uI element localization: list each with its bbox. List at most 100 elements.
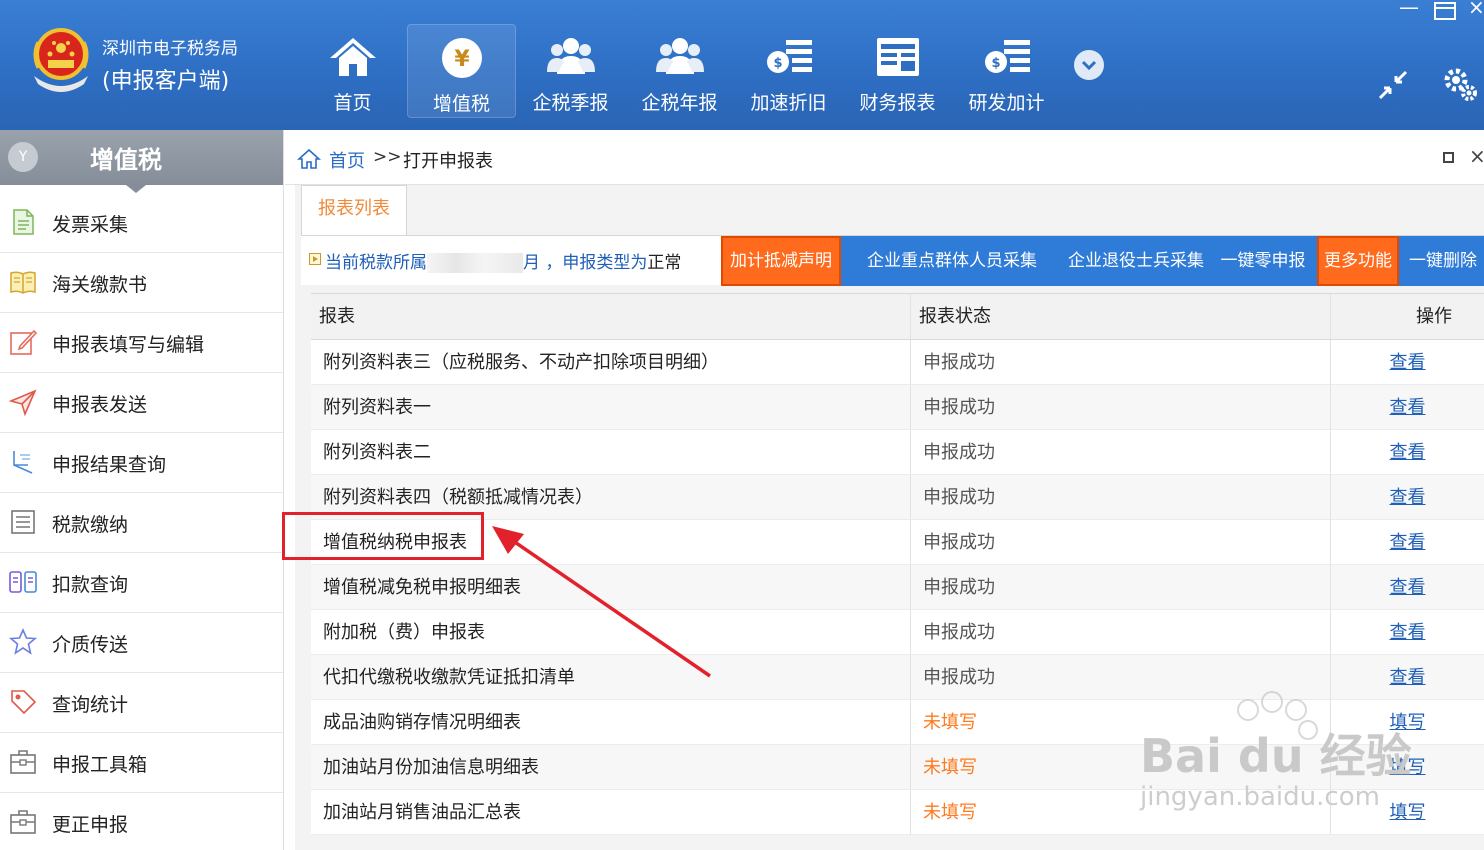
sidebar-item-label: 介质传送	[52, 634, 129, 656]
header-status: 报表状态	[911, 294, 1331, 339]
report-status-cell: 申报成功	[911, 475, 1331, 519]
report-status-cell: 申报成功	[911, 610, 1331, 654]
send-icon	[8, 389, 37, 417]
nav-rd-label: 研发加计	[968, 92, 1045, 114]
nav-quarterly[interactable]: 企税季报	[516, 24, 625, 118]
sidebar-pointer	[126, 185, 146, 193]
key-group-collection-button[interactable]: 企业重点群体人员采集	[855, 236, 1049, 286]
nav-financial-label: 财务报表	[859, 92, 936, 114]
sidebar-title: 增值税	[90, 146, 162, 174]
minimize-button[interactable]: —	[1398, 0, 1420, 20]
nav-home[interactable]: 首页	[298, 24, 407, 118]
veteran-collection-button[interactable]: 企业退役士兵采集	[1061, 236, 1211, 286]
list-icon	[11, 510, 35, 534]
report-status-cell: 申报成功	[911, 430, 1331, 474]
sidebar-item-customs[interactable]: 海关缴款书	[0, 253, 283, 313]
report-action-cell: 查看	[1331, 340, 1484, 384]
report-name-cell: 加油站月销售油品汇总表	[311, 790, 911, 834]
sidebar-item-result[interactable]: 申报结果查询	[0, 433, 283, 493]
nav-rd[interactable]: $ 研发加计	[952, 24, 1061, 118]
sidebar-item-label: 申报工具箱	[52, 754, 148, 776]
view-link[interactable]: 查看	[1390, 667, 1426, 688]
nav-annual[interactable]: 企税年报	[625, 24, 734, 118]
nav-home-label: 首页	[333, 92, 372, 114]
report-action-cell: 查看	[1331, 430, 1484, 474]
sidebar-item-media[interactable]: 介质传送	[0, 613, 283, 673]
view-link[interactable]: 查看	[1390, 442, 1426, 463]
sidebar-item-invoice[interactable]: 发票采集	[0, 193, 283, 253]
maximize-button[interactable]	[1434, 2, 1456, 20]
table-row: 附列资料表二 申报成功 查看	[311, 430, 1484, 475]
view-link[interactable]: 查看	[1390, 352, 1426, 373]
home-icon[interactable]	[297, 147, 321, 171]
breadcrumb: 首页 >> 打开申报表 ×	[285, 130, 1484, 185]
sidebar-item-label: 申报表发送	[52, 394, 148, 416]
table-header: 报表 报表状态 操作	[311, 294, 1484, 340]
annotation-highlight-box	[282, 512, 484, 560]
brand-line2: (申报客户端)	[102, 69, 230, 94]
tag-icon	[11, 690, 37, 715]
tab-report-list[interactable]: 报表列表	[301, 185, 407, 235]
close-button[interactable]: ×	[1468, 0, 1484, 18]
sidebar-item-label: 海关缴款书	[52, 274, 148, 296]
vat-badge-icon: Y	[8, 142, 38, 172]
book-icon	[10, 271, 36, 294]
sidebar-item-deduction[interactable]: 扣款查询	[0, 553, 283, 613]
header-report: 报表	[311, 294, 911, 339]
view-link[interactable]: 查看	[1390, 577, 1426, 598]
view-link[interactable]: 查看	[1390, 487, 1426, 508]
sidebar-item-correction[interactable]: 更正申报	[0, 793, 283, 850]
deduction-declaration-button[interactable]: 加计抵减声明	[721, 236, 841, 286]
report-status-cell: 申报成功	[911, 520, 1331, 564]
breadcrumb-current: 打开申报表	[403, 151, 493, 172]
star-icon	[8, 628, 38, 655]
nav-financial[interactable]: 财务报表	[843, 24, 952, 118]
pane-restore-button[interactable]	[1443, 152, 1454, 163]
nav-more-button[interactable]	[1074, 50, 1104, 80]
breadcrumb-home-link[interactable]: 首页	[329, 147, 365, 173]
header-action: 操作	[1416, 306, 1452, 327]
toolbox-icon	[10, 750, 36, 774]
pane-close-button[interactable]: ×	[1469, 144, 1484, 168]
report-name-cell: 成品油购销存情况明细表	[311, 700, 911, 744]
sidebar: Y 增值税 发票采集 海关缴款书 申报表填写与编辑 申报表发送 申报结果查询 税…	[0, 130, 284, 850]
sidebar-item-label: 查询统计	[52, 694, 129, 716]
sidebar-item-edit[interactable]: 申报表填写与编辑	[0, 313, 283, 373]
sidebar-header: Y 增值税	[0, 130, 283, 193]
nav-depreciation-label: 加速折旧	[750, 92, 827, 114]
nav-vat-label: 增值税	[432, 93, 490, 115]
shrink-icon[interactable]	[1376, 68, 1410, 102]
nav-depreciation[interactable]: $ 加速折旧	[734, 24, 843, 118]
sidebar-item-payment[interactable]: 税款缴纳	[0, 493, 283, 553]
top-nav: 首页 ¥ 增值税 企税季报 企税年报 $ 加速折旧 财务报表 $ 研发加计	[298, 24, 1061, 120]
yen-coin-icon: ¥	[441, 38, 482, 78]
users-icon	[655, 38, 704, 74]
gear-icon[interactable]	[1440, 64, 1480, 104]
sidebar-item-label: 税款缴纳	[52, 514, 129, 536]
more-functions-button[interactable]: 更多功能	[1317, 236, 1399, 286]
watermark-text: Bai du 经验	[1140, 729, 1412, 783]
brand-line1: 深圳市电子税务局	[102, 39, 238, 59]
sidebar-item-stats[interactable]: 查询统计	[0, 673, 283, 733]
svg-text:$: $	[773, 56, 782, 71]
delete-all-button[interactable]: 一键删除	[1403, 236, 1483, 286]
watermark-sub: jingyan.baidu.com	[1140, 782, 1380, 812]
sidebar-item-label: 扣款查询	[52, 574, 129, 596]
view-link[interactable]: 查看	[1390, 397, 1426, 418]
nav-annual-label: 企税年报	[641, 92, 718, 114]
users-icon	[546, 38, 595, 74]
view-link[interactable]: 查看	[1390, 532, 1426, 553]
nav-vat[interactable]: ¥ 增值税	[407, 24, 516, 118]
notice-type: 正常	[647, 253, 682, 273]
sidebar-item-label: 发票采集	[52, 214, 129, 236]
report-icon	[876, 38, 919, 76]
view-link[interactable]: 查看	[1390, 622, 1426, 643]
document-icon	[13, 209, 34, 235]
report-action-cell: 查看	[1331, 475, 1484, 519]
table-row: 附列资料表四（税额抵减情况表） 申报成功 查看	[311, 475, 1484, 520]
sidebar-item-toolbox[interactable]: 申报工具箱	[0, 733, 283, 793]
brand-title: 深圳市电子税务局 (申报客户端)	[102, 34, 238, 95]
report-name-cell: 附列资料表一	[311, 385, 911, 429]
sidebar-item-send[interactable]: 申报表发送	[0, 373, 283, 433]
zero-filing-button[interactable]: 一键零申报	[1215, 236, 1311, 286]
